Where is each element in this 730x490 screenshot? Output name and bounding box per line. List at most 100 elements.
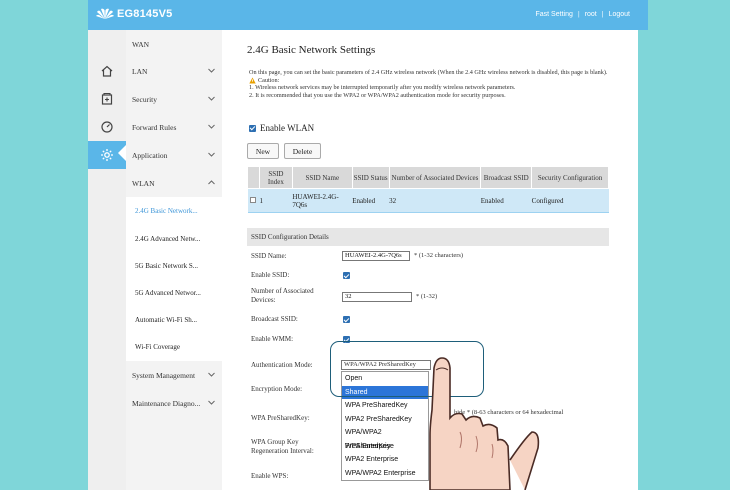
table-header: Broadcast SSID [480,166,533,189]
enable-wlan-row: Enable WLAN [249,123,314,133]
submenu-label: 2.4G Advanced Netw... [135,235,201,243]
broadcast-ssid-label: Broadcast SSID: [251,315,298,323]
menu-item-application[interactable]: Application [126,141,222,169]
product-model: EG8145V5 [117,8,173,20]
table-cell: Enabled [352,188,390,213]
add-box-icon [101,92,113,105]
submenu-label: Automatic Wi-Fi Sh... [135,316,198,324]
menu-item-system-management[interactable]: System Management [126,361,222,389]
enable-ssid-label: Enable SSID: [251,271,290,279]
user-link[interactable]: root [585,11,597,18]
warning-icon [249,77,256,84]
table-cell: Enabled [480,188,532,213]
menu-item-wlan[interactable]: WLAN [126,169,222,197]
chevron-down-icon [208,68,215,73]
submenu-label: Wi-Fi Coverage [135,343,181,351]
top-bar: EG8145V5 Fast Setting | root | Logout [88,0,648,30]
table-header: Security Configuration [531,166,609,189]
menu-item-label: Security [132,94,157,104]
submenu-item-wifi-share[interactable]: Automatic Wi-Fi Sh... [126,306,222,334]
table-row[interactable]: 1 HUAWEI-2.4G-7Q6s Enabled 32 Enabled Co… [247,188,609,213]
row-checkbox-cell[interactable] [247,188,260,213]
table-header: SSID Status [351,166,390,189]
table-cell: 1 [259,188,293,213]
huawei-logo-icon [96,8,114,19]
chevron-down-icon [208,372,215,377]
menu-item-label: WAN [132,39,150,49]
enable-wlan-label: Enable WLAN [260,123,315,133]
caution-line-2: 2. It is recommended that you use the WP… [249,91,506,99]
chevron-down-icon [208,96,215,101]
table-header [247,166,260,189]
pointing-hand-icon [429,357,540,490]
submenu-item-2g-advanced[interactable]: 2.4G Advanced Netw... [126,225,222,253]
logout-link[interactable]: Logout [609,11,630,18]
encryption-mode-label: Encryption Mode: [251,385,303,393]
enable-ssid-checkbox[interactable] [343,272,350,279]
section-header: SSID Configuration Details [247,228,609,246]
associated-devices-hint: * (1-32) [416,293,438,300]
divider: | [601,11,604,18]
menu-item-label: WLAN [132,178,155,188]
menu-item-label: LAN [132,66,148,76]
chevron-up-icon [208,180,215,185]
table-header: Number of Associated Devices [388,166,482,189]
description-text: On this page, you can set the basic para… [249,69,608,76]
ssid-name-label: SSID Name: [251,252,287,260]
menu-item-label: Forward Rules [132,122,177,132]
psk-label: WPA PreSharedKey: [251,414,310,422]
submenu-item-5g-basic[interactable]: 5G Basic Network S... [126,252,222,280]
chevron-down-icon [208,400,215,405]
menu-item-forward-rules[interactable]: Forward Rules [126,113,222,141]
table-header: SSID Index [258,166,293,189]
submenu-label: 5G Advanced Networ... [135,289,201,297]
enable-wps-label: Enable WPS: [251,472,289,480]
row-checkbox[interactable] [250,196,257,203]
menu-item-wan[interactable]: WAN [126,30,222,58]
icon-sidebar [88,30,126,490]
caution-line-1: 1. Wireless network services may be inte… [249,84,516,92]
page-description: On this page, you can set the basic para… [249,69,609,99]
associated-devices-label: Number of Associated Devices: [251,287,314,304]
submenu-label: 2.4G Basic Network... [135,207,198,215]
table-cell: 32 [389,188,481,213]
chevron-down-icon [208,152,215,157]
settings-menu: WAN LAN Security Forward Rules Applicati… [126,30,222,490]
table-cell: HUAWEI-2.4G-7Q6s [292,188,353,213]
enable-wlan-checkbox[interactable] [249,124,256,132]
menu-item-label: Application [132,150,168,160]
menu-item-maintenance[interactable]: Maintenance Diagno... [126,389,222,417]
ssid-name-input[interactable]: HUAWEI-2.4G-7Q6s [342,251,410,261]
chevron-down-icon [208,124,215,129]
authentication-mode-label: Authentication Mode: [251,361,313,369]
status-nav[interactable] [88,113,126,141]
associated-devices-input[interactable]: 32 [342,292,412,302]
home-nav[interactable] [88,57,126,85]
ssid-table: SSID Index SSID Name SSID Status Number … [247,166,609,213]
table-header-row: SSID Index SSID Name SSID Status Number … [247,166,609,189]
new-button[interactable]: New [247,143,279,159]
active-indicator [118,145,126,161]
table-header: SSID Name [291,166,353,189]
table-cell: Configured [531,188,609,213]
menu-item-label: Maintenance Diagno... [132,398,201,408]
submenu-label: 5G Basic Network S... [135,262,198,270]
menu-item-label: System Management [132,370,196,380]
fast-setting-link[interactable]: Fast Setting [536,11,573,18]
page-title: 2.4G Basic Network Settings [247,44,376,56]
menu-item-lan[interactable]: LAN [126,57,222,85]
divider: | [577,11,580,18]
caution-heading: Caution: [249,77,609,85]
submenu-item-5g-advanced[interactable]: 5G Advanced Networ... [126,279,222,307]
ssid-name-hint: * (1-32 characters) [414,252,464,259]
add-nav[interactable] [88,85,126,113]
gear-icon [101,149,113,161]
submenu-item-wifi-coverage[interactable]: Wi-Fi Coverage [126,333,222,361]
enable-wmm-label: Enable WMM: [251,335,294,343]
home-icon [101,65,113,77]
gauge-icon [101,121,113,133]
menu-item-security[interactable]: Security [126,85,222,113]
submenu-item-2g-basic[interactable]: 2.4G Basic Network... [126,197,222,225]
broadcast-ssid-checkbox[interactable] [343,316,350,323]
delete-button[interactable]: Delete [284,143,321,159]
